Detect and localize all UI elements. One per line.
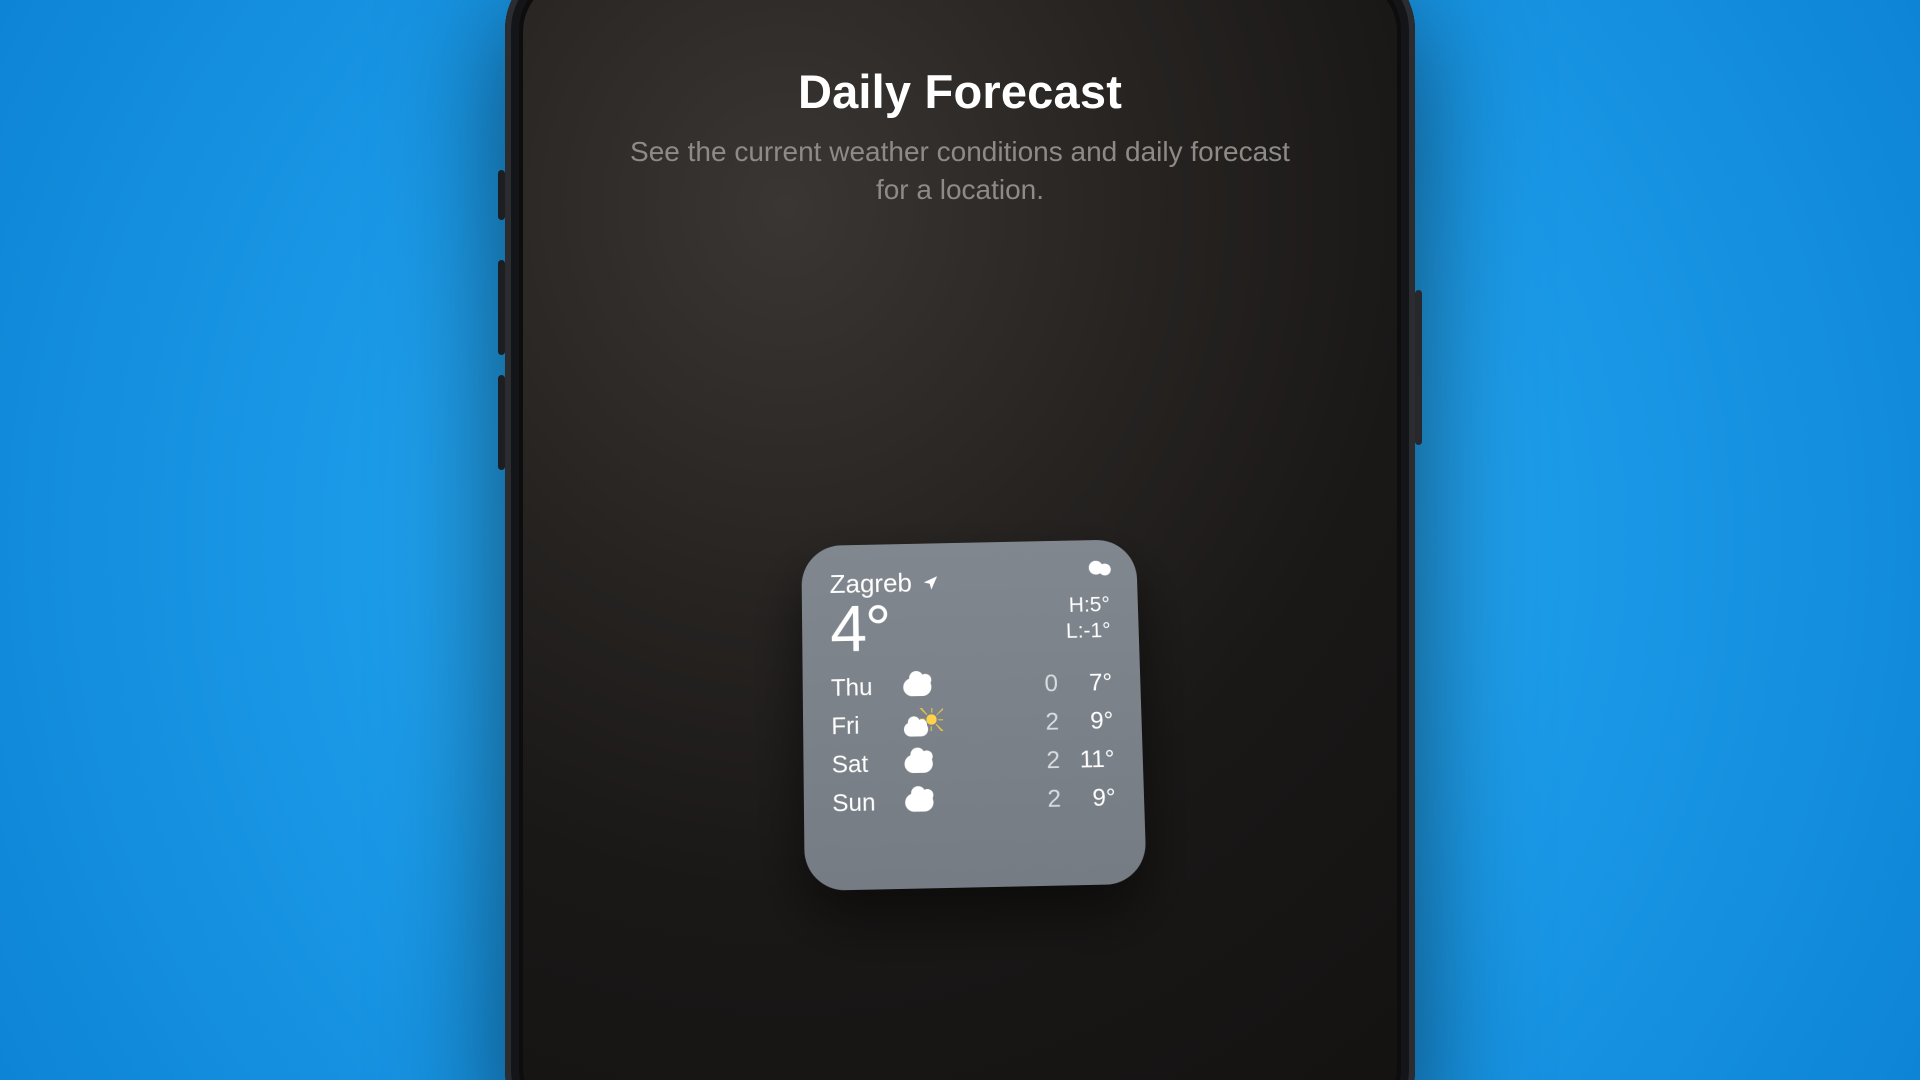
- location-arrow-icon: [922, 573, 940, 591]
- forecast-day-name: Sun: [832, 788, 905, 818]
- forecast-day-name: Thu: [831, 673, 904, 703]
- phone-side-button: [498, 260, 505, 355]
- forecast-high: 9°: [1059, 707, 1114, 736]
- widget-summary: H:5° L:-1°: [1064, 563, 1111, 643]
- forecast-row: Sat 211°: [832, 745, 1115, 779]
- forecast-row: Fri 29°: [831, 707, 1114, 741]
- page-title: Daily Forecast: [798, 64, 1122, 119]
- phone-side-button: [1415, 290, 1422, 445]
- forecast-high: 9°: [1061, 784, 1116, 814]
- widget-current: Zagreb 4°: [829, 567, 941, 661]
- widget-header: Zagreb 4° H:5° L:-1°: [829, 563, 1111, 660]
- spacer: [946, 800, 1025, 802]
- spacer: [944, 723, 1023, 725]
- forecast-low: 2: [1024, 785, 1061, 814]
- cloud-icon: [905, 793, 934, 812]
- forecast-low: 0: [1021, 670, 1058, 699]
- spacer: [945, 761, 1024, 763]
- cloud-icon: [903, 677, 931, 696]
- widget-low: L:-1°: [1066, 619, 1111, 644]
- page-subtitle: See the current weather conditions and d…: [630, 133, 1290, 209]
- phone-side-button: [498, 170, 505, 220]
- cloud-icon: [904, 754, 933, 773]
- forecast-day-icon: [904, 754, 945, 773]
- phone-side-button: [498, 375, 505, 470]
- weather-widget[interactable]: Zagreb 4° H:5° L:-1° Thu07°Fri29°Sat211°…: [801, 539, 1146, 891]
- phone-screen: Daily Forecast See the current weather c…: [523, 0, 1397, 1080]
- cloud-icon: [1083, 567, 1109, 585]
- partly-sunny-icon: [904, 714, 937, 737]
- forecast-day-icon: [903, 677, 944, 696]
- forecast-day-icon: [904, 713, 945, 736]
- spacer: [943, 685, 1021, 687]
- forecast-high: 7°: [1058, 669, 1113, 698]
- widget-days-list: Thu07°Fri29°Sat211°Sun29°: [831, 669, 1116, 819]
- forecast-row: Sun 29°: [832, 784, 1116, 819]
- forecast-row: Thu 07°: [831, 669, 1113, 703]
- widget-high: H:5°: [1068, 593, 1110, 618]
- forecast-low: 2: [1023, 746, 1060, 775]
- forecast-high: 11°: [1060, 745, 1115, 775]
- forecast-day-name: Sat: [832, 750, 905, 780]
- phone-frame: Daily Forecast See the current weather c…: [505, 0, 1415, 1080]
- widget-current-temp: 4°: [830, 596, 941, 661]
- forecast-low: 2: [1022, 708, 1059, 737]
- forecast-day-icon: [905, 792, 946, 811]
- forecast-day-name: Fri: [831, 711, 904, 741]
